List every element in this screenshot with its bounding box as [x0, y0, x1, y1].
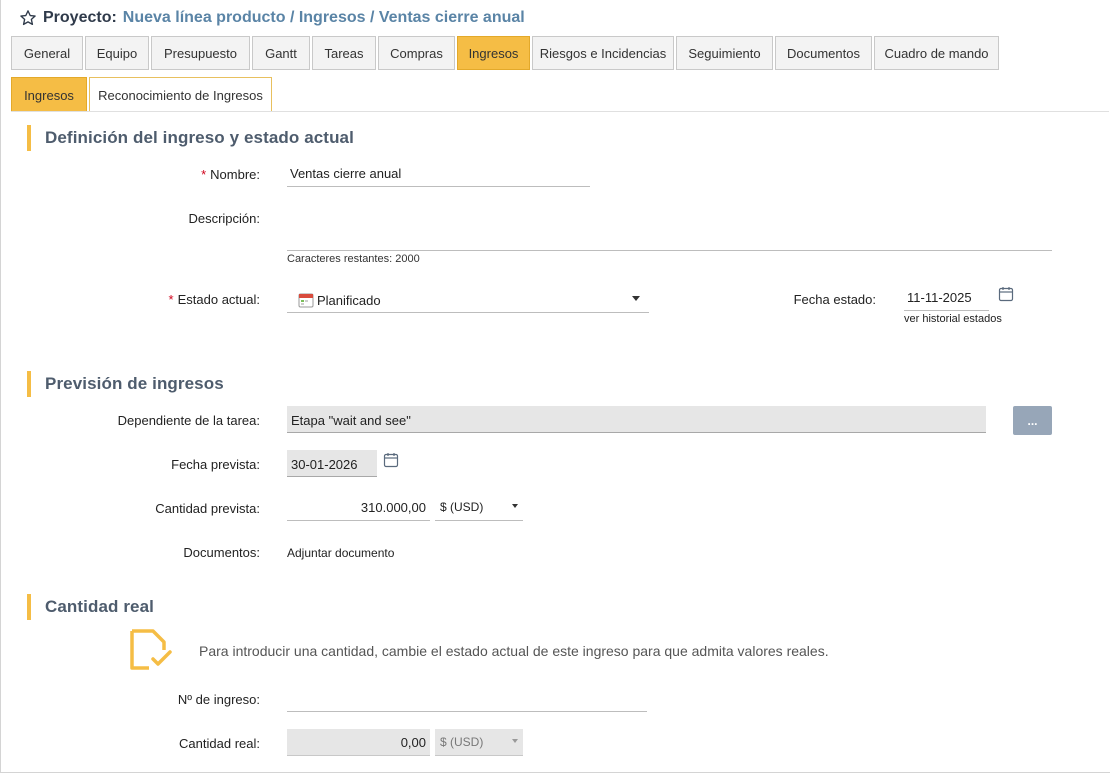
fecha-estado-input[interactable]: 11-11-2025: [904, 286, 989, 311]
estado-select[interactable]: Planificado: [287, 287, 649, 313]
dependiente-tarea-field: Etapa "wait and see": [287, 406, 986, 433]
cantidad-prevista-label: Cantidad prevista:: [155, 501, 260, 516]
fecha-prevista-input[interactable]: 30-01-2026: [287, 450, 377, 477]
breadcrumb[interactable]: Nueva línea producto / Ingresos / Ventas…: [123, 9, 525, 27]
section-title-prevision: Previsión de ingresos: [27, 371, 224, 397]
section-title-definicion: Definición del ingreso y estado actual: [27, 125, 354, 151]
fecha-estado-label: Fecha estado:: [793, 292, 876, 307]
tab-riesgos[interactable]: Riesgos e Incidencias: [532, 36, 674, 70]
nombre-label: * Nombre:: [201, 167, 260, 182]
star-icon[interactable]: [19, 9, 37, 27]
calendar-status-icon: [298, 293, 314, 308]
document-check-icon: [130, 629, 172, 670]
cantidad-real-input: 0,00: [287, 729, 430, 756]
ver-historial-link[interactable]: ver historial estados: [904, 313, 1002, 325]
chevron-down-icon: [512, 739, 518, 743]
tab-tareas[interactable]: Tareas: [312, 36, 376, 70]
estado-value: Planificado: [317, 293, 381, 308]
project-label: Proyecto:: [43, 9, 117, 26]
cantidad-real-label: Cantidad real:: [179, 736, 260, 751]
project-header: Proyecto: Nueva línea producto / Ingreso…: [19, 8, 525, 28]
tab-presupuesto[interactable]: Presupuesto: [151, 36, 250, 70]
tab-gantt[interactable]: Gantt: [252, 36, 310, 70]
subtab-reconocimiento[interactable]: Reconocimiento de Ingresos: [89, 77, 272, 112]
adjuntar-documento-link[interactable]: Adjuntar documento: [287, 546, 394, 560]
tab-compras[interactable]: Compras: [378, 36, 455, 70]
moneda-value: $ (USD): [440, 500, 484, 514]
estado-label: * Estado actual:: [168, 292, 260, 307]
cantidad-real-info: Para introducir una cantidad, cambie el …: [199, 643, 829, 659]
calendar-icon[interactable]: [998, 286, 1014, 302]
subtab-divider: [11, 111, 1109, 112]
moneda-value: $ (USD): [440, 735, 484, 749]
select-task-button[interactable]: ...: [1013, 406, 1052, 435]
caracteres-restantes: Caracteres restantes: 2000: [287, 253, 420, 265]
descripcion-label: Descripción:: [188, 211, 260, 226]
section-title-cantidad-real: Cantidad real: [27, 594, 154, 620]
dependiente-label: Dependiente de la tarea:: [117, 413, 260, 428]
main-tabs: General Equipo Presupuesto Gantt Tareas …: [11, 36, 1001, 70]
descripcion-textarea[interactable]: [287, 205, 1052, 251]
num-ingreso-input[interactable]: [287, 685, 647, 712]
tab-documentos[interactable]: Documentos: [775, 36, 872, 70]
sub-tabs: Ingresos Reconocimiento de Ingresos: [11, 77, 274, 112]
nombre-input[interactable]: Ventas cierre anual: [287, 163, 590, 187]
chevron-down-icon: [512, 504, 518, 508]
required-marker: *: [201, 167, 207, 182]
tab-general[interactable]: General: [11, 36, 83, 70]
tab-cuadro-de-mando[interactable]: Cuadro de mando: [874, 36, 999, 70]
required-marker: *: [168, 292, 174, 307]
calendar-icon[interactable]: [383, 452, 399, 468]
subtab-ingresos[interactable]: Ingresos: [11, 77, 87, 112]
cantidad-prevista-input[interactable]: 310.000,00: [287, 494, 430, 521]
moneda-real-select: $ (USD): [435, 729, 523, 756]
tab-seguimiento[interactable]: Seguimiento: [676, 36, 773, 70]
documentos-label: Documentos:: [183, 545, 260, 560]
tab-ingresos[interactable]: Ingresos: [457, 36, 530, 70]
num-ingreso-label: Nº de ingreso:: [177, 692, 260, 707]
tab-equipo[interactable]: Equipo: [85, 36, 149, 70]
fecha-prevista-label: Fecha prevista:: [171, 457, 260, 472]
chevron-down-icon: [632, 296, 640, 301]
moneda-select[interactable]: $ (USD): [435, 494, 523, 521]
